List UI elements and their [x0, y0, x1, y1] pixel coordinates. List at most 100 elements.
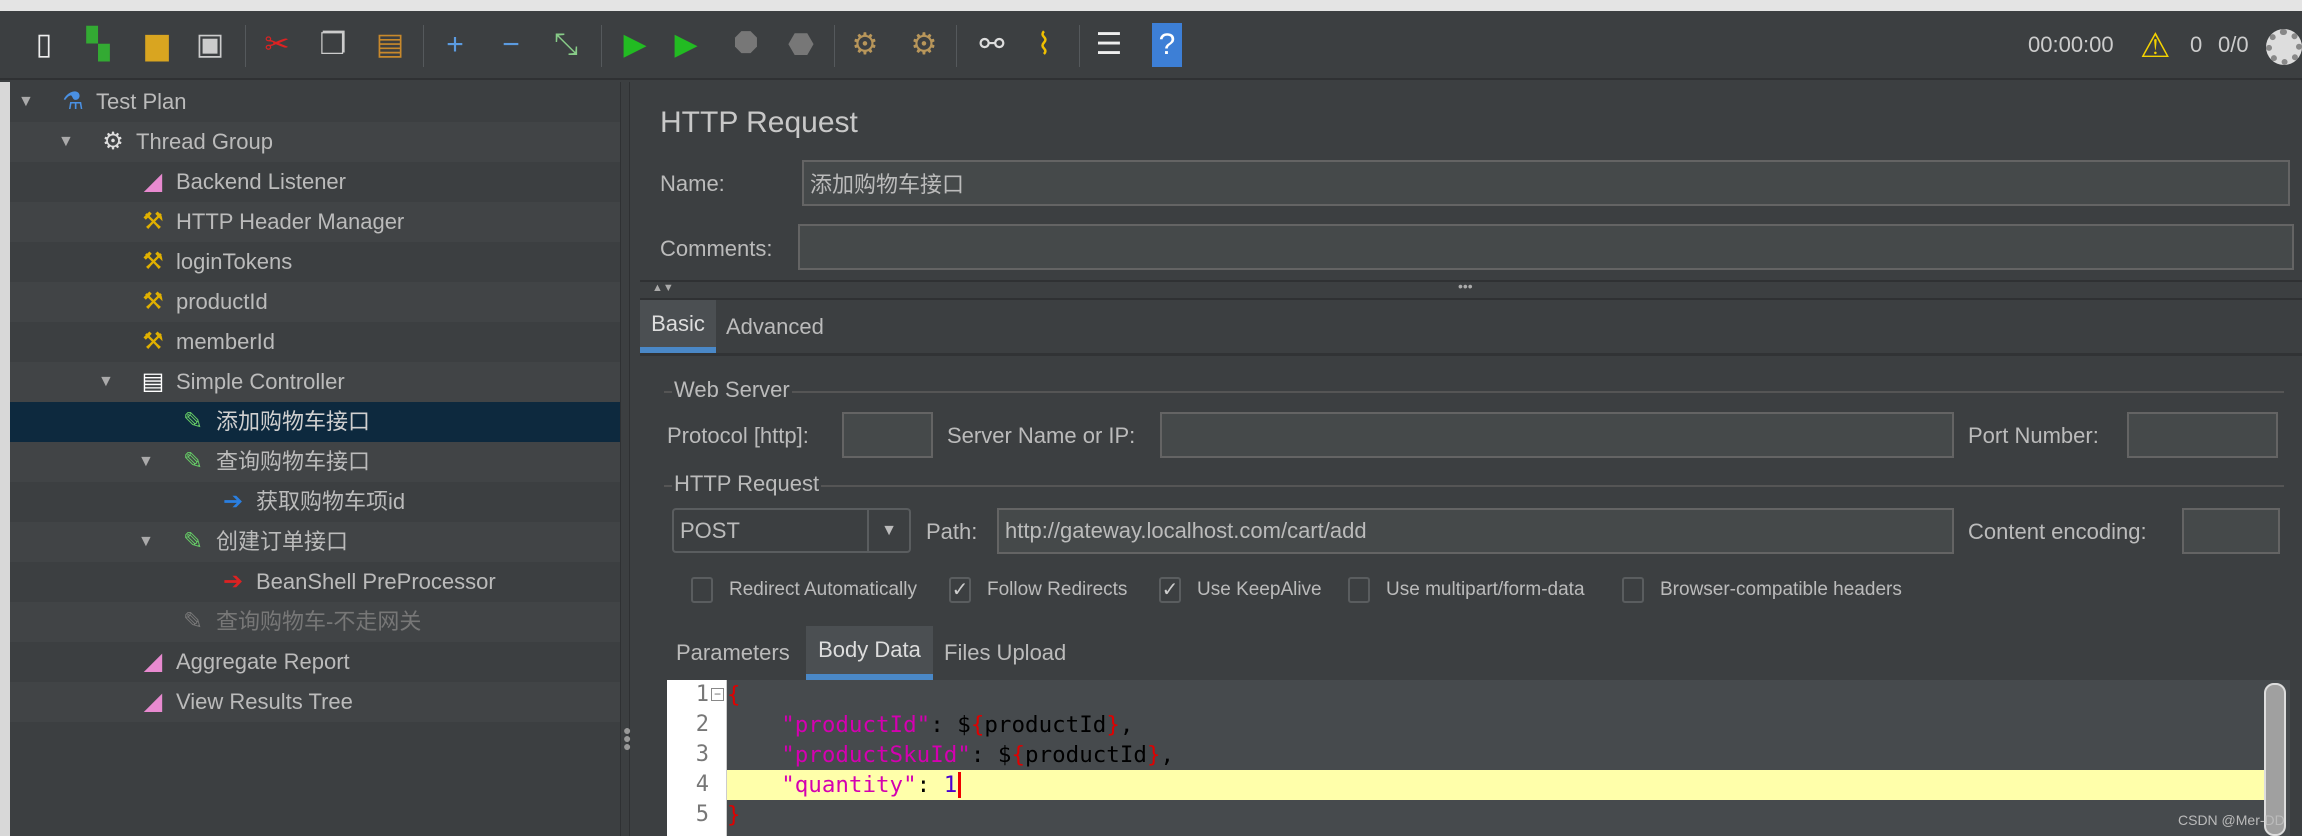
code-line[interactable]: }: [727, 800, 2264, 830]
line-number: 5: [695, 802, 709, 827]
checkbox[interactable]: ✓: [949, 577, 971, 603]
server-name-input[interactable]: [1160, 412, 1954, 458]
line-number-gutter: 1 2 3 4 5 −: [667, 680, 727, 836]
expand-arrow-icon[interactable]: ▼: [18, 82, 34, 122]
new-icon[interactable]: ▯: [24, 23, 64, 67]
start-no-pause-icon[interactable]: ▶: [666, 23, 706, 67]
code-line[interactable]: {: [727, 680, 2264, 710]
tab-advanced[interactable]: Advanced: [726, 300, 824, 353]
tree-item[interactable]: ◢ Aggregate Report: [10, 642, 620, 682]
tree-item[interactable]: ✎ 查询购物车-不走网关: [10, 602, 620, 642]
sampler-pipette-icon: ✎: [182, 408, 204, 435]
paste-icon[interactable]: ▤: [370, 23, 410, 67]
divider-grip-icon[interactable]: •••: [1458, 278, 1473, 294]
path-input[interactable]: http://gateway.localhost.com/cart/add: [997, 508, 1954, 554]
collapse-icon[interactable]: −: [491, 23, 531, 67]
pane-splitter[interactable]: ● ● ●: [620, 82, 631, 836]
config-tools-icon: ⚒: [142, 328, 164, 355]
elapsed-timer: 00:00:00: [2028, 32, 2114, 57]
checkbox-label[interactable]: Follow Redirects: [987, 579, 1127, 601]
body-data-editor[interactable]: 1 2 3 4 5 −{ "productId": ${productId}, "prod…: [667, 680, 2290, 836]
checkbox[interactable]: [1622, 577, 1644, 603]
function-helper-icon[interactable]: ☰: [1089, 23, 1129, 67]
checkbox-label[interactable]: Use KeepAlive: [1197, 579, 1322, 601]
content-encoding-label: Content encoding:: [1968, 519, 2147, 544]
sampler-pipette-icon: ✎: [182, 608, 204, 635]
toggle-icon[interactable]: ⤡: [546, 23, 586, 67]
tree-item[interactable]: ⚒ productId: [10, 282, 620, 322]
tree-item[interactable]: ◢ View Results Tree: [10, 682, 620, 722]
panel-title: HTTP Request: [660, 106, 858, 139]
code-line[interactable]: "quantity": 1: [727, 770, 2264, 800]
expand-icon[interactable]: +: [435, 23, 475, 67]
subtab-files-upload[interactable]: Files Upload: [944, 626, 1066, 680]
checkbox-label[interactable]: Use multipart/form-data: [1386, 579, 1585, 601]
tree-item[interactable]: ▼ ▤ Simple Controller: [10, 362, 620, 402]
tree-item-label: Backend Listener: [176, 169, 346, 194]
watermark: CSDN @Mer-DD: [2178, 812, 2285, 828]
shutdown-icon[interactable]: ⬣: [781, 23, 821, 67]
cut-icon[interactable]: ✂: [257, 23, 297, 67]
warning-icon[interactable]: ⚠: [2140, 29, 2170, 63]
tree-item[interactable]: ⚒ loginTokens: [10, 242, 620, 282]
subtab-parameters[interactable]: Parameters: [676, 626, 790, 680]
test-plan-tree[interactable]: ▼ ⚗ Test Plan ▼ ⚙ Thread Group ◢ Backend Listen…: [10, 82, 620, 836]
line-number: 3: [695, 742, 709, 767]
clear-all-icon[interactable]: ⚙: [904, 23, 944, 67]
checkbox[interactable]: [1348, 577, 1370, 603]
reset-search-icon[interactable]: ⌇: [1024, 23, 1064, 67]
search-icon[interactable]: ⚯: [972, 23, 1012, 67]
toolbar-separator: [1079, 25, 1080, 67]
tree-item-label: Test Plan: [96, 89, 187, 114]
expand-arrow-icon[interactable]: ▼: [138, 442, 154, 482]
tree-item[interactable]: ✎ 添加购物车接口: [10, 402, 620, 442]
listener-icon: ◢: [143, 168, 163, 195]
tree-item[interactable]: ▼ ✎ 查询购物车接口: [10, 442, 620, 482]
line-number: 4: [695, 772, 709, 797]
tree-item[interactable]: ▼ ⚙ Thread Group: [10, 122, 620, 162]
start-icon[interactable]: ▶: [615, 23, 655, 67]
help-icon[interactable]: ?: [1152, 23, 1182, 67]
protocol-label: Protocol [http]:: [667, 423, 809, 448]
code-line[interactable]: "productId": ${productId},: [727, 710, 2264, 740]
tree-item[interactable]: ▼ ⚗ Test Plan: [10, 82, 620, 122]
controller-icon: ▤: [141, 368, 165, 395]
status-indicator-icon: [2266, 29, 2302, 65]
line-number: 2: [695, 712, 709, 737]
checkbox[interactable]: [691, 577, 713, 603]
server-name-label: Server Name or IP:: [947, 423, 1136, 448]
clear-icon[interactable]: ⚙: [845, 23, 885, 67]
chevron-down-icon[interactable]: ▼: [867, 510, 909, 551]
checkbox-label[interactable]: Browser-compatible headers: [1660, 579, 1902, 601]
tree-item[interactable]: ▼ ✎ 创建订单接口: [10, 522, 620, 562]
save-icon[interactable]: ▣: [190, 23, 230, 67]
content-encoding-input[interactable]: [2182, 508, 2280, 554]
collapse-divider[interactable]: ▲▼ •••: [640, 278, 2302, 300]
tree-item[interactable]: ◢ Backend Listener: [10, 162, 620, 202]
expand-arrow-icon[interactable]: ▼: [138, 522, 154, 562]
code-line[interactable]: "productSkuId": ${productId},: [727, 740, 2264, 770]
method-select[interactable]: POST ▼: [672, 508, 911, 553]
tree-item[interactable]: ➔ 获取购物车项id: [10, 482, 620, 522]
expand-arrow-icon[interactable]: ▼: [98, 362, 114, 402]
checkbox[interactable]: ✓: [1159, 577, 1181, 603]
protocol-input[interactable]: [842, 412, 933, 458]
name-input[interactable]: 添加购物车接口: [802, 160, 2290, 206]
tree-item[interactable]: ⚒ HTTP Header Manager: [10, 202, 620, 242]
fold-toggle-icon[interactable]: −: [711, 688, 724, 701]
tree-item[interactable]: ⚒ memberId: [10, 322, 620, 362]
open-icon[interactable]: ▆: [137, 23, 177, 67]
port-label: Port Number:: [1968, 423, 2099, 448]
tree-item-label: View Results Tree: [176, 689, 353, 714]
subtab-body-data[interactable]: Body Data: [806, 626, 933, 680]
stop-icon[interactable]: ⯃: [726, 23, 766, 67]
templates-icon[interactable]: ▚: [78, 23, 118, 67]
port-input[interactable]: [2127, 412, 2278, 458]
tree-item[interactable]: ➔ BeanShell PreProcessor: [10, 562, 620, 602]
expand-arrow-icon[interactable]: ▼: [58, 122, 74, 162]
checkbox-label[interactable]: Redirect Automatically: [729, 579, 917, 601]
tab-basic[interactable]: Basic: [640, 300, 716, 353]
copy-icon[interactable]: ❐: [313, 23, 353, 67]
comments-input[interactable]: [798, 224, 2294, 270]
collapse-arrows-icon[interactable]: ▲▼: [652, 282, 674, 294]
